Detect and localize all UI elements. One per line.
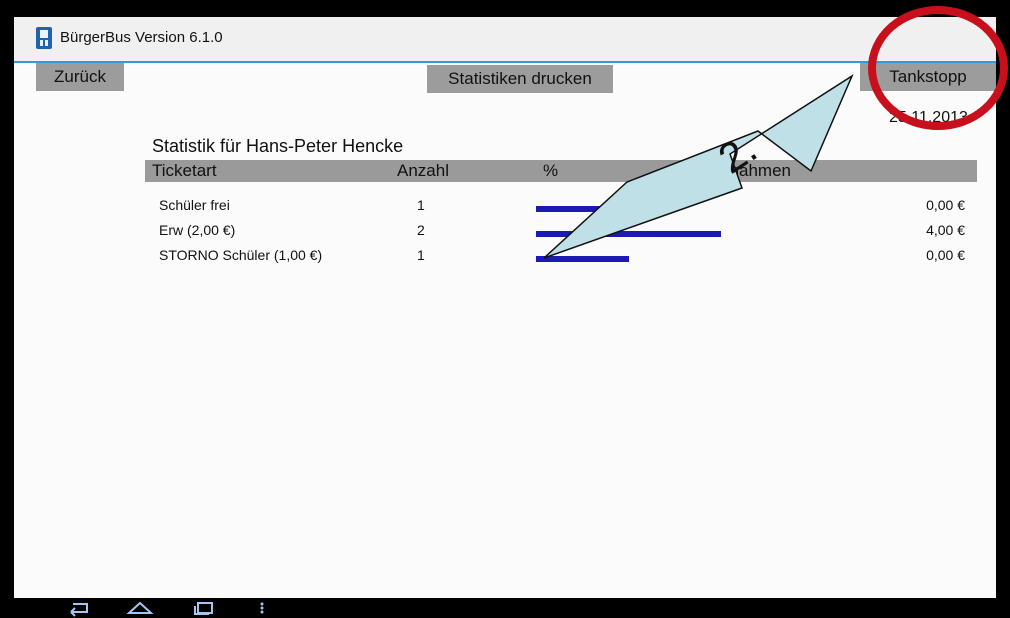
- ticket-count: 1: [417, 247, 425, 263]
- percent-bar: [536, 231, 721, 237]
- bus-app-icon: [36, 27, 52, 49]
- tank-stop-button[interactable]: Tankstopp: [860, 63, 996, 91]
- app-screen: BürgerBus Version 6.1.0 Zurück Statistik…: [14, 17, 996, 598]
- ticket-count: 1: [417, 197, 425, 213]
- ticket-amount: 4,00 €: [926, 222, 965, 238]
- date-label: 25.11.2013: [889, 109, 968, 126]
- percent-bar: [536, 256, 629, 262]
- header-ticket-type: Ticketart: [152, 161, 217, 180]
- ticket-amount: 0,00 €: [926, 197, 965, 213]
- table-row: Schüler frei 1 0,00 €: [145, 197, 977, 221]
- ticket-type: STORNO Schüler (1,00 €): [159, 247, 323, 263]
- recent-apps-icon[interactable]: [191, 598, 217, 618]
- app-title: BürgerBus Version 6.1.0: [60, 29, 223, 46]
- ticket-type: Erw (2,00 €): [159, 222, 236, 238]
- header-count: Anzahl: [397, 161, 449, 180]
- header-percent: %: [543, 161, 559, 180]
- table-row: Erw (2,00 €) 2 4,00 €: [145, 222, 977, 246]
- title-bar: BürgerBus Version 6.1.0: [14, 17, 996, 63]
- ticket-count: 2: [417, 222, 425, 238]
- percent-bar: [536, 206, 629, 212]
- ticket-amount: 0,00 €: [926, 247, 965, 263]
- table-row: STORNO Schüler (1,00 €) 1 0,00 €: [145, 247, 977, 271]
- statistics-title: Statistik für Hans-Peter Hencke: [152, 136, 404, 156]
- table-header: Ticketart Anzahl % Einnahmen: [145, 160, 977, 182]
- menu-icon[interactable]: [258, 598, 266, 618]
- back-button[interactable]: Zurück: [36, 63, 124, 91]
- status-bar: [0, 0, 1010, 17]
- back-icon[interactable]: [66, 598, 92, 618]
- ticket-type: Schüler frei: [159, 197, 230, 213]
- home-icon[interactable]: [125, 598, 155, 618]
- print-statistics-button[interactable]: Statistiken drucken: [427, 65, 613, 93]
- navigation-bar: [14, 598, 996, 618]
